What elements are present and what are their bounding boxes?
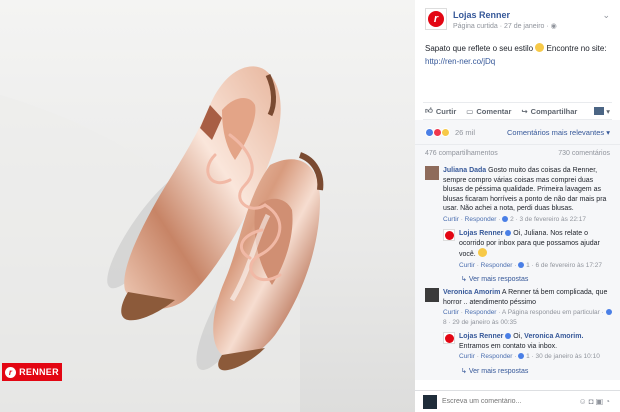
post-actions: 👍︎ Curtir ▭ Comentar ↪ Compartilhar ▾ [423,102,612,120]
page-avatar[interactable]: r [425,8,447,30]
thumbs-up-icon: 👍︎ [425,106,433,115]
commenter-avatar[interactable] [425,166,439,180]
share-as-selector[interactable]: ▾ [594,107,610,116]
smile-emoji-icon [535,43,545,52]
see-more-replies-link[interactable]: ↳ Ver mais respostas [461,275,614,283]
reply-item: Lojas Renner Oi, Juliana. Nos relate o o… [443,229,614,270]
post-text: Sapato que reflete o seu estilo Encontre… [425,43,607,66]
share-icon: ↪ [521,106,528,116]
like-reaction-icon [518,353,525,359]
sticker-icon[interactable]: ◔ [605,397,612,406]
comment-button[interactable]: ▭ Comentar [466,107,511,116]
comment-reply-link[interactable]: Responder [465,216,497,223]
smile-emoji-icon [477,248,487,257]
comment-like-link[interactable]: Curtir [443,216,459,223]
caret-down-icon: ▾ [606,106,610,116]
comment-author[interactable]: Veronica Amorim [443,289,500,296]
reply-meta: Curtir · Responder · 1 · 6 de fevereiro … [459,261,602,269]
reply-text: Entramos em contato via inbox. [459,342,558,350]
comments-count[interactable]: 730 comentários [558,150,610,157]
reactions-bar: 26 mil Comentários mais relevantes ▾ [415,120,620,144]
reply-reply-link[interactable]: Responder [481,262,513,269]
comment-meta: Curtir · Responder · 2 · 3 de fevereiro … [443,215,586,223]
comment-input[interactable] [442,398,574,405]
comment-reply-link[interactable]: Responder [465,309,497,316]
post-header: r Lojas Renner Página curtida · 27 de ja… [415,0,620,42]
renner-logo-icon: r [5,366,17,378]
page-reply-avatar[interactable] [443,332,455,344]
reaction-count[interactable]: 26 mil [455,128,475,137]
like-button[interactable]: 👍︎ Curtir [425,106,456,116]
post-panel: r Lojas Renner Página curtida · 27 de ja… [415,0,620,412]
comment-composer: ☺◘▣◔ [415,390,620,412]
page-reply-avatar[interactable] [443,229,455,241]
counts-row: 476 compartilhamentos 730 comentários [415,144,620,162]
verified-icon [505,333,512,339]
wow-reaction-icon [441,127,450,137]
comment-like-link[interactable]: Curtir [443,309,459,316]
reply-meta: Curtir · Responder · 1 · 30 de janeiro à… [459,353,600,360]
renner-logo-badge: r RENNER [2,363,62,381]
comments-list: Juliana Dada Gosto muito das coisas da R… [415,162,620,380]
verified-icon [505,230,512,236]
reply-like-link[interactable]: Curtir [459,353,475,360]
reply-reply-link[interactable]: Responder [481,353,513,360]
commenter-avatar[interactable] [425,288,439,302]
reply-author[interactable]: Lojas Renner [459,230,503,237]
globe-icon: ◉ [550,23,557,30]
current-user-avatar [423,394,437,409]
comment-item: Juliana Dada Gosto muito das coisas da R… [425,166,614,224]
shoes-illustration [0,66,324,412]
brand-label: RENNER [19,367,59,377]
post-meta: Página curtida · 27 de janeiro · ◉ [453,23,557,30]
like-reaction-icon [605,309,612,315]
chevron-down-icon[interactable]: ⌄ [602,10,610,21]
composer-tools: ☺◘▣◔ [579,397,612,406]
see-more-replies-link[interactable]: ↳ Ver mais respostas [461,367,614,375]
emoji-icon[interactable]: ☺ [579,397,589,406]
comment-icon: ▭ [466,106,474,116]
reply-like-link[interactable]: Curtir [459,262,475,269]
shares-count[interactable]: 476 compartilhamentos [425,150,498,157]
page-thumbnail-icon [594,107,605,115]
reply-item: Lojas Renner Oi, Veronica Amorim. Entram… [443,332,614,362]
like-reaction-icon [518,261,525,268]
comment-meta: Curtir · Responder · A Página respondeu … [443,308,614,327]
gif-icon[interactable]: ▣ [596,397,606,406]
page-name[interactable]: Lojas Renner [453,10,557,20]
post-photo[interactable]: r RENNER [0,0,415,412]
share-button[interactable]: ↪ Compartilhar [521,107,577,116]
comment-sort-dropdown[interactable]: Comentários mais relevantes ▾ [507,128,610,137]
comment-author[interactable]: Juliana Dada [443,167,486,174]
post-link[interactable]: http://ren-ner.co/jDq [425,57,495,66]
camera-icon[interactable]: ◘ [589,397,596,406]
like-reaction-icon [502,215,509,222]
reply-author[interactable]: Lojas Renner [459,333,503,340]
comment-item: Veronica Amorim A Renner tá bem complica… [425,288,614,327]
reply-mention[interactable]: Veronica Amorim. [524,333,583,340]
